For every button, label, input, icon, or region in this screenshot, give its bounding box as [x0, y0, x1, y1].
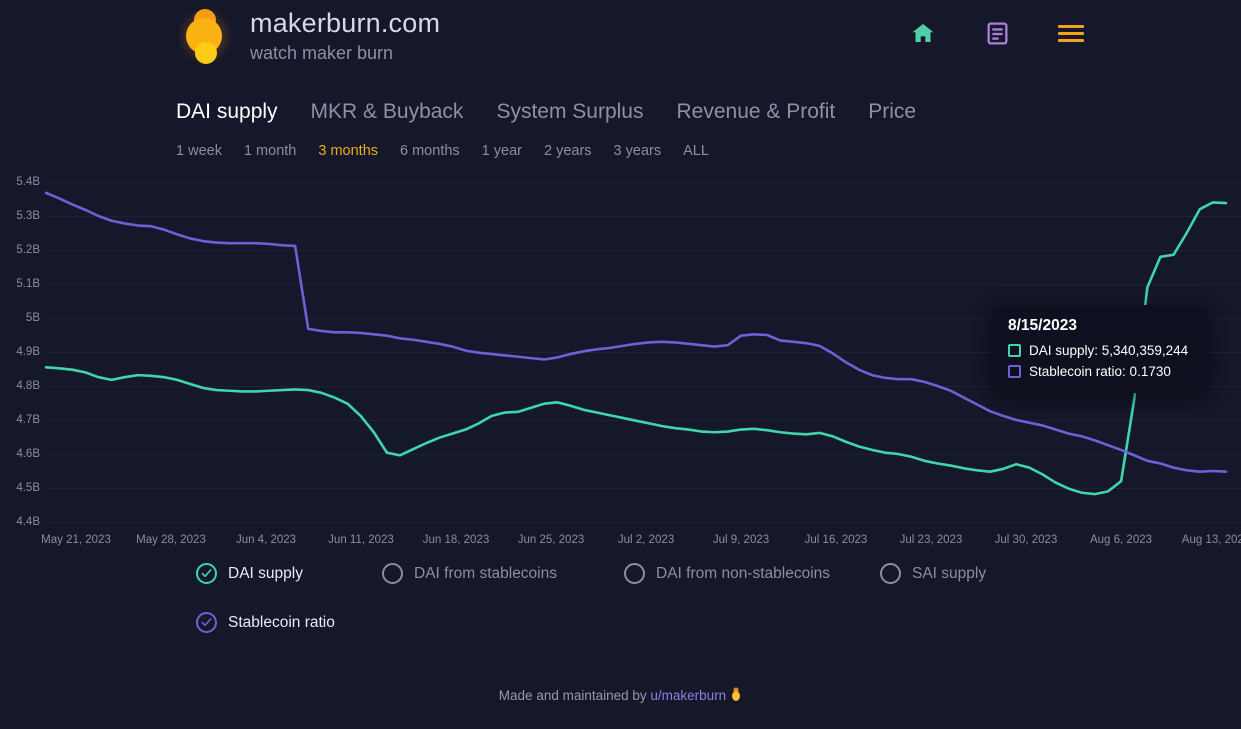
document-list-icon[interactable]	[982, 18, 1012, 48]
range-6-months[interactable]: 6 months	[400, 143, 460, 159]
legend-label-sai-supply: SAI supply	[912, 564, 987, 582]
chart-tooltip: 8/15/2023 DAI supply: 5,340,359,244 Stab…	[992, 305, 1219, 393]
y-axis-tick-label: 5B	[25, 312, 40, 324]
empty-circle-icon	[382, 563, 403, 584]
x-axis-tick-label: Aug 6, 2023	[1089, 534, 1153, 546]
tooltip-value-stablecoin-ratio: Stablecoin ratio: 0.1730	[1029, 364, 1171, 379]
flame-logo-icon	[176, 4, 234, 68]
footer-text: Made and maintained by	[498, 688, 651, 703]
x-axis-tick-label: Jul 2, 2023	[617, 534, 675, 546]
tooltip-swatch-dai-supply	[1008, 344, 1021, 357]
y-axis-tick-label: 5.2B	[16, 244, 40, 256]
range-1-week[interactable]: 1 week	[176, 143, 222, 159]
range-1-year[interactable]: 1 year	[482, 143, 522, 159]
check-circle-icon	[196, 563, 217, 584]
legend-row-2: Stablecoin ratio	[196, 612, 1096, 633]
legend-label-dai-from-non-stablecoins: DAI from non-stablecoins	[656, 564, 831, 582]
page-header: makerburn.com watch maker burn	[0, 0, 1241, 88]
x-axis-tick-label: Aug 13, 2023	[1181, 534, 1241, 546]
tab-dai-supply[interactable]: DAI supply	[176, 100, 278, 124]
legend-label-dai-supply: DAI supply	[228, 564, 303, 582]
y-axis-tick-label: 5.4B	[16, 176, 40, 188]
range-1-month[interactable]: 1 month	[244, 143, 296, 159]
y-axis-tick-label: 4.9B	[16, 346, 40, 358]
empty-circle-icon	[624, 563, 645, 584]
y-axis-tick-label: 4.6B	[16, 448, 40, 460]
x-axis-tick-label: Jul 23, 2023	[899, 534, 963, 546]
legend-label-dai-from-stablecoins: DAI from stablecoins	[414, 564, 557, 582]
tab-mkr-buyback[interactable]: MKR & Buyback	[311, 100, 464, 124]
y-axis-tick-label: 5.1B	[16, 278, 40, 290]
legend-item-dai-from-stablecoins[interactable]: DAI from stablecoins	[382, 563, 624, 584]
check-circle-icon	[196, 612, 217, 633]
y-axis-tick-label: 4.8B	[16, 380, 40, 392]
y-axis-tick-label: 4.7B	[16, 414, 40, 426]
legend-item-dai-supply[interactable]: DAI supply	[196, 563, 382, 584]
footer-link-makerburn[interactable]: u/makerburn	[650, 688, 726, 703]
flame-emoji-icon	[730, 686, 742, 705]
empty-circle-icon	[880, 563, 901, 584]
tab-price[interactable]: Price	[868, 100, 916, 124]
legend-row-1: DAI supply DAI from stablecoins DAI from…	[196, 563, 1096, 584]
range-2-years[interactable]: 2 years	[544, 143, 592, 159]
legend-label-stablecoin-ratio: Stablecoin ratio	[228, 613, 335, 631]
x-axis-tick-label: May 28, 2023	[136, 534, 206, 546]
tab-system-surplus[interactable]: System Surplus	[496, 100, 643, 124]
range-all[interactable]: ALL	[683, 143, 709, 159]
x-axis-tick-label: Jul 30, 2023	[994, 534, 1058, 546]
y-axis-labels: 5.4B 5.3B 5.2B 5.1B 5B 4.9B 4.8B 4.7B 4.6B 4.5B 4.…	[0, 176, 44, 528]
tooltip-swatch-stablecoin-ratio	[1008, 365, 1021, 378]
tooltip-row-stablecoin-ratio: Stablecoin ratio: 0.1730	[1008, 364, 1194, 379]
x-axis-tick-label: Jun 11, 2023	[328, 534, 394, 546]
x-axis-tick-label: Jun 4, 2023	[235, 534, 297, 546]
range-3-years[interactable]: 3 years	[614, 143, 662, 159]
tooltip-date: 8/15/2023	[1008, 317, 1077, 334]
tooltip-row-dai-supply: DAI supply: 5,340,359,244	[1008, 343, 1194, 358]
legend-item-sai-supply[interactable]: SAI supply	[880, 563, 986, 584]
legend-item-dai-from-non-stablecoins[interactable]: DAI from non-stablecoins	[624, 563, 880, 584]
page-footer: Made and maintained by u/makerburn	[0, 686, 1241, 705]
brand-subtitle: watch maker burn	[250, 43, 394, 63]
x-axis-tick-label: Jun 18, 2023	[422, 534, 490, 546]
x-axis-tick-label: May 21, 2023	[41, 534, 111, 546]
time-range-selector: 1 week 1 month 3 months 6 months 1 year …	[176, 143, 709, 159]
y-axis-tick-label: 5.3B	[16, 210, 40, 222]
x-axis-labels: May 21, 2023 May 28, 2023 Jun 4, 2023 Jun 1…	[0, 534, 1241, 556]
brand-title: makerburn.com	[250, 8, 441, 38]
x-axis-tick-label: Jun 25, 2023	[517, 534, 585, 546]
home-icon[interactable]	[908, 18, 938, 48]
legend-item-stablecoin-ratio[interactable]: Stablecoin ratio	[196, 612, 335, 633]
x-axis-tick-label: Jul 16, 2023	[804, 534, 868, 546]
section-tabs: DAI supply MKR & Buyback System Surplus …	[176, 100, 916, 124]
makerburn-dai-supply-page: makerburn.com watch maker burn DAI suppl…	[0, 0, 1241, 729]
tooltip-value-dai-supply: DAI supply: 5,340,359,244	[1029, 343, 1189, 358]
tab-revenue-profit[interactable]: Revenue & Profit	[677, 100, 836, 124]
brand[interactable]: makerburn.com watch maker burn	[176, 4, 440, 68]
y-axis-tick-label: 4.5B	[16, 482, 40, 494]
gridline	[46, 522, 1241, 523]
hamburger-menu-icon[interactable]	[1056, 18, 1086, 48]
chart-legend: DAI supply DAI from stablecoins DAI from…	[196, 563, 1096, 633]
x-axis-tick-label: Jul 9, 2023	[712, 534, 770, 546]
range-3-months[interactable]: 3 months	[318, 143, 378, 159]
y-axis-tick-label: 4.4B	[16, 516, 40, 528]
header-icon-group	[908, 18, 1086, 48]
